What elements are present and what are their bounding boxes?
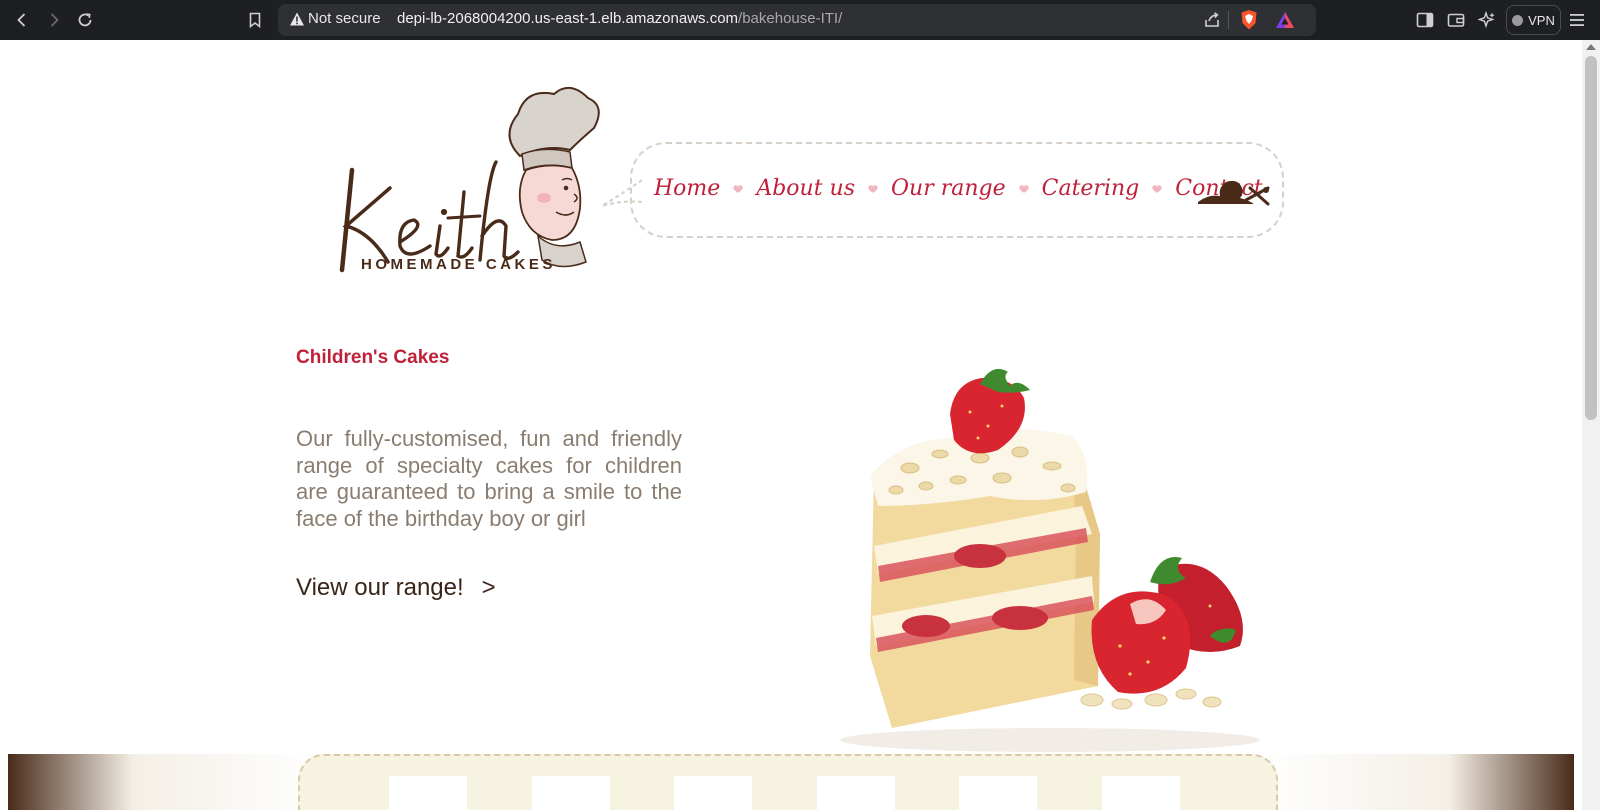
vpn-button[interactable]: VPN <box>1506 5 1561 35</box>
nav-our-range[interactable]: Our range <box>891 176 1006 201</box>
url-path: /bakehouse-ITI/ <box>738 10 843 27</box>
nav-home[interactable]: Home <box>654 176 720 201</box>
bookmark-icon[interactable] <box>243 8 267 32</box>
share-icon[interactable] <box>1200 8 1224 32</box>
thumbnail-2[interactable] <box>532 776 610 810</box>
view-range-link[interactable]: View our range! > <box>296 574 496 602</box>
heart-separator-icon <box>1153 185 1161 192</box>
reload-icon[interactable] <box>73 8 97 32</box>
logo-subtitle: HOMEMADE CAKES <box>361 256 556 273</box>
browser-toolbar: Not secure depi-lb-2068004200.us-east-1.… <box>0 0 1600 40</box>
thumbnail-5[interactable] <box>959 776 1037 810</box>
menu-icon[interactable] <box>1565 8 1589 32</box>
scroll-up-icon[interactable] <box>1586 44 1596 50</box>
forward-icon[interactable] <box>42 8 66 32</box>
baker-silhouette-icon <box>1198 180 1270 206</box>
page-scrollbar[interactable] <box>1582 40 1600 810</box>
web-page: HOMEMADE CAKES Home About us Our range C… <box>0 40 1582 810</box>
toolbar-divider <box>1228 11 1229 29</box>
view-range-label: View our range! <box>296 574 464 601</box>
warning-icon[interactable] <box>289 11 305 27</box>
wallet-icon[interactable] <box>1444 8 1468 32</box>
brave-shield-icon[interactable] <box>1237 8 1261 32</box>
back-icon[interactable] <box>10 8 34 32</box>
keith-logo[interactable] <box>330 76 610 286</box>
vpn-status-icon <box>1512 14 1524 26</box>
thumbnail-6[interactable] <box>1102 776 1180 810</box>
scrollbar-thumb[interactable] <box>1585 56 1597 420</box>
cake-slice-image <box>840 368 1260 752</box>
thumbnail-3[interactable] <box>674 776 752 810</box>
main-nav: Home About us Our range Catering Contact <box>654 170 1263 206</box>
security-label[interactable]: Not secure <box>308 10 381 27</box>
heart-separator-icon <box>1020 185 1028 192</box>
chevron-right-icon: > <box>481 574 496 601</box>
hero-title: Children's Cakes <box>296 347 450 368</box>
nav-catering[interactable]: Catering <box>1042 176 1140 201</box>
leo-ai-icon[interactable] <box>1475 8 1499 32</box>
hero-description: Our fully-customised, fun and friendly r… <box>296 426 682 531</box>
brave-rewards-icon[interactable] <box>1273 8 1297 32</box>
nav-about-us[interactable]: About us <box>756 176 855 201</box>
thumbnail-4[interactable] <box>817 776 895 810</box>
url-host: depi-lb-2068004200.us-east-1.elb.amazona… <box>397 10 739 27</box>
url-text[interactable]: depi-lb-2068004200.us-east-1.elb.amazona… <box>397 10 842 27</box>
heart-separator-icon <box>869 185 877 192</box>
heart-separator-icon <box>734 185 742 192</box>
vpn-label: VPN <box>1528 12 1555 28</box>
thumbnail-1[interactable] <box>389 776 467 810</box>
sidebar-icon[interactable] <box>1413 8 1437 32</box>
